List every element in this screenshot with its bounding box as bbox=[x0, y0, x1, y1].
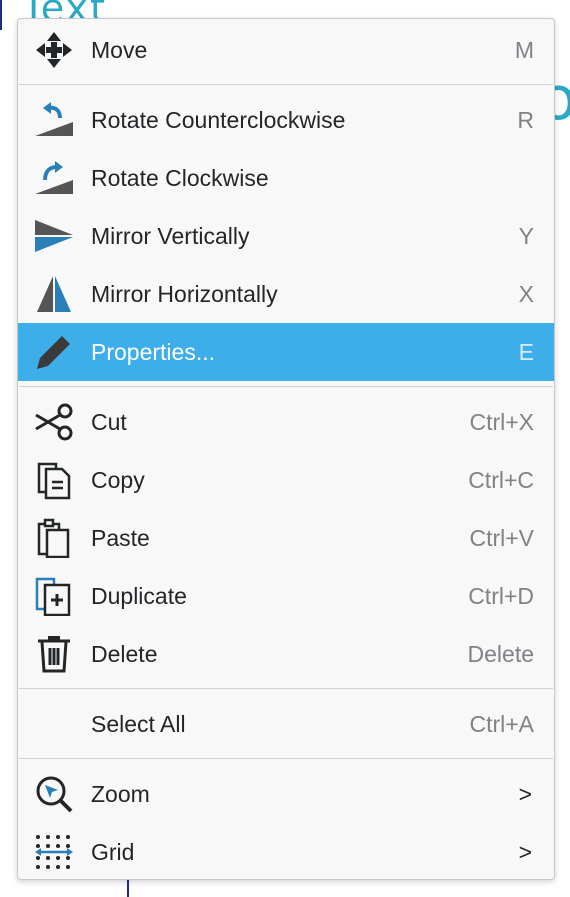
menu-item-shortcut: Y bbox=[518, 222, 534, 249]
menu-item-paste[interactable]: Paste Ctrl+V bbox=[18, 509, 554, 567]
menu-item-shortcut: Ctrl+V bbox=[469, 524, 534, 551]
grid-icon bbox=[32, 831, 76, 873]
mirror-horizontal-icon bbox=[32, 273, 76, 315]
rotate-cw-icon bbox=[32, 157, 76, 199]
menu-item-cut[interactable]: Cut Ctrl+X bbox=[18, 393, 554, 451]
menu-separator bbox=[19, 758, 553, 759]
mirror-vertical-icon bbox=[32, 215, 76, 257]
menu-item-shortcut: Ctrl+C bbox=[468, 466, 534, 493]
menu-item-label: Move bbox=[91, 36, 148, 63]
copy-icon bbox=[32, 459, 76, 501]
menu-item-shortcut: M bbox=[514, 36, 534, 63]
menu-item-label: Select All bbox=[91, 710, 186, 737]
menu-item-shortcut: R bbox=[517, 106, 534, 133]
menu-item-rotate-cw[interactable]: Rotate Clockwise bbox=[18, 149, 554, 207]
zoom-icon bbox=[32, 773, 76, 815]
menu-item-select-all[interactable]: Select All Ctrl+A bbox=[18, 695, 554, 753]
menu-item-shortcut: X bbox=[518, 280, 534, 307]
menu-separator bbox=[19, 386, 553, 387]
menu-item-properties[interactable]: Properties... E bbox=[18, 323, 554, 381]
menu-item-mirror-vertically[interactable]: Mirror Vertically Y bbox=[18, 207, 554, 265]
submenu-arrow-icon: > bbox=[518, 780, 532, 807]
canvas-wire bbox=[127, 880, 129, 897]
menu-item-shortcut: E bbox=[518, 338, 534, 365]
menu-item-duplicate[interactable]: Duplicate Ctrl+D bbox=[18, 567, 554, 625]
pencil-icon bbox=[32, 331, 76, 373]
rotate-ccw-icon bbox=[32, 99, 76, 141]
menu-item-copy[interactable]: Copy Ctrl+C bbox=[18, 451, 554, 509]
trash-icon bbox=[32, 633, 76, 675]
paste-icon bbox=[32, 517, 76, 559]
menu-item-grid[interactable]: Grid > bbox=[18, 823, 554, 881]
menu-item-label: Mirror Vertically bbox=[91, 222, 250, 249]
menu-separator bbox=[19, 688, 553, 689]
menu-item-label: Properties... bbox=[91, 338, 215, 365]
menu-item-label: Duplicate bbox=[91, 582, 187, 609]
menu-item-label: Grid bbox=[91, 838, 135, 865]
menu-item-shortcut: Ctrl+X bbox=[469, 408, 534, 435]
menu-item-mirror-horizontally[interactable]: Mirror Horizontally X bbox=[18, 265, 554, 323]
menu-separator bbox=[19, 84, 553, 85]
menu-item-shortcut: Ctrl+D bbox=[468, 582, 534, 609]
menu-item-label: Delete bbox=[91, 640, 158, 667]
menu-item-label: Rotate Counterclockwise bbox=[91, 106, 346, 133]
menu-item-zoom[interactable]: Zoom > bbox=[18, 765, 554, 823]
menu-item-label: Copy bbox=[91, 466, 145, 493]
move-icon bbox=[32, 29, 76, 71]
menu-item-label: Rotate Clockwise bbox=[91, 164, 269, 191]
menu-item-delete[interactable]: Delete Delete bbox=[18, 625, 554, 683]
menu-item-rotate-ccw[interactable]: Rotate Counterclockwise R bbox=[18, 91, 554, 149]
submenu-arrow-icon: > bbox=[518, 838, 532, 865]
menu-item-label: Paste bbox=[91, 524, 150, 551]
canvas-line bbox=[0, 0, 10, 30]
menu-item-shortcut: Ctrl+A bbox=[469, 710, 534, 737]
scissors-icon bbox=[32, 401, 76, 443]
duplicate-icon bbox=[32, 575, 76, 617]
menu-item-move[interactable]: Move M bbox=[18, 21, 554, 79]
menu-item-label: Mirror Horizontally bbox=[91, 280, 278, 307]
context-menu: Move M Rotate Counterclockwise R Rotate … bbox=[17, 18, 555, 880]
menu-item-label: Zoom bbox=[91, 780, 150, 807]
menu-item-shortcut: Delete bbox=[467, 640, 534, 667]
menu-item-label: Cut bbox=[91, 408, 127, 435]
